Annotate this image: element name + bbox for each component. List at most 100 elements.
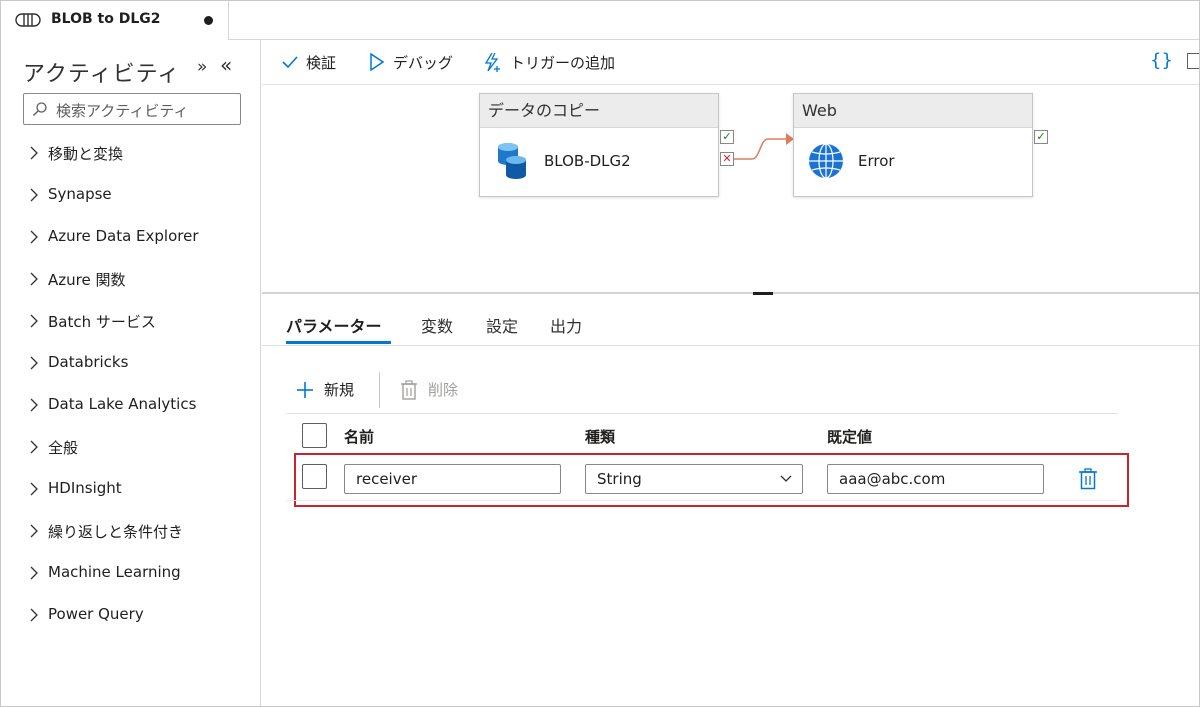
chevron-right-icon [30,272,38,286]
parameter-type-value: String [597,470,642,488]
category-synapse[interactable]: Synapse [1,180,259,222]
category-hdinsight[interactable]: HDInsight [1,474,259,516]
web-activity[interactable]: Web Error [793,93,1033,197]
tab-pipeline[interactable]: BLOB to DLG2 [1,1,229,41]
parameter-type-select[interactable]: String [585,464,803,494]
tab-settings[interactable]: 設定 [486,313,518,337]
category-label: Azure Data Explorer [48,227,199,245]
failure-port-icon[interactable]: ✕ [720,152,734,166]
column-header-name: 名前 [344,428,375,446]
new-parameter-button[interactable]: 新規 [296,379,354,400]
category-batch-service[interactable]: Batch サービス [1,306,259,348]
select-all-checkbox[interactable] [302,423,327,448]
chevron-right-icon [30,482,38,496]
category-label: Databricks [48,353,129,371]
splitter-grip-handle[interactable] [753,292,773,295]
category-azure-data-explorer[interactable]: Azure Data Explorer [1,222,259,264]
category-iteration-conditionals[interactable]: 繰り返しと条件付き [1,516,259,558]
chevron-right-icon [30,398,38,412]
column-header-default: 既定値 [827,428,873,446]
chevron-down-icon [780,475,792,482]
validate-label: 検証 [306,53,337,72]
category-label: HDInsight [48,479,122,497]
chevron-right-icon [30,440,38,454]
category-azure-functions[interactable]: Azure 関数 [1,264,259,306]
category-label: Machine Learning [48,563,181,581]
chevron-right-icon [30,314,38,328]
checkmark-icon [282,56,298,69]
category-label: Azure 関数 [48,271,126,289]
chevron-right-icon [30,566,38,580]
activity-name: BLOB-DLG2 [544,152,631,170]
activities-title: アクティビティ [23,62,181,87]
category-general[interactable]: 全般 [1,432,259,474]
chevron-right-icon [30,230,38,244]
database-copy-icon [498,143,526,179]
activity-search-input[interactable]: 検索アクティビティ [23,93,241,125]
tab-title: BLOB to DLG2 [51,11,161,27]
row-select-checkbox[interactable] [302,464,327,489]
panel-splitter[interactable] [262,292,1199,294]
activity-type-label: データのコピー [480,94,718,128]
command-divider [286,413,1118,414]
chevron-right-icon [30,524,38,538]
search-icon [33,102,47,116]
failure-connector-arrow [734,133,794,160]
activity-type-label: Web [794,94,1032,128]
parameter-default-input[interactable]: aaa@abc.com [827,464,1044,494]
tab-variables[interactable]: 変数 [421,313,453,337]
activity-category-list: 移動と変換 Synapse Azure Data Explorer Azure … [1,138,259,642]
category-data-lake-analytics[interactable]: Data Lake Analytics [1,390,259,432]
activities-panel: アクティビティ » « 検索アクティビティ 移動と変換 Synapse Azur… [1,40,261,706]
category-power-query[interactable]: Power Query [1,600,259,642]
pipeline-icon [15,13,41,27]
tab-output[interactable]: 出力 [550,313,582,337]
category-label: Data Lake Analytics [48,395,197,413]
category-label: 全般 [48,439,79,457]
debug-label: デバッグ [393,53,454,72]
chevron-right-icon [30,188,38,202]
new-label: 新規 [324,381,355,399]
category-label: 移動と変換 [48,145,124,163]
column-header-type: 種類 [585,428,616,446]
debug-button[interactable]: デバッグ [369,51,453,73]
category-label: Batch サービス [48,313,156,331]
hide-panel-icon[interactable]: « [220,53,232,77]
plus-icon [297,381,313,398]
command-separator [379,372,380,408]
trash-icon[interactable] [1078,468,1098,490]
category-machine-learning[interactable]: Machine Learning [1,558,259,600]
add-trigger-button[interactable]: トリガーの追加 [482,51,615,73]
play-icon [370,53,385,71]
delete-label: 削除 [428,381,459,399]
properties-icon[interactable] [1187,53,1199,69]
trash-icon [401,379,417,400]
success-port-icon[interactable]: ✓ [1034,130,1048,144]
active-tab-indicator [286,341,391,344]
search-placeholder: 検索アクティビティ [56,102,189,120]
category-label: 繰り返しと条件付き [48,523,184,541]
copy-data-activity[interactable]: データのコピー BLOB-DLG2 [479,93,719,197]
category-label: Power Query [48,605,144,623]
activity-name: Error [858,152,895,170]
chevron-right-icon [30,608,38,622]
parameter-name-input[interactable]: receiver [344,464,561,494]
tab-parameters[interactable]: パラメーター [286,313,382,337]
code-view-icon[interactable]: {} [1150,50,1173,71]
category-label: Synapse [48,185,112,203]
category-move-transform[interactable]: 移動と変換 [1,138,259,180]
chevron-right-icon [30,356,38,370]
add-trigger-label: トリガーの追加 [510,53,616,72]
success-port-icon[interactable]: ✓ [720,130,734,144]
globe-icon [809,143,843,179]
delete-parameter-button[interactable]: 削除 [400,379,458,400]
properties-tabs: パラメーター 変数 設定 出力 [262,296,1199,346]
lightning-icon [484,52,500,72]
pipeline-canvas[interactable]: データのコピー BLOB-DLG2 ✓ ✕ Web Error ✓ [262,86,1199,292]
collapse-all-icon[interactable]: » [197,57,207,77]
unsaved-indicator [204,16,213,25]
category-databricks[interactable]: Databricks [1,348,259,390]
tab-bar: BLOB to DLG2 [1,1,1199,41]
row-divider [286,500,1118,501]
validate-button[interactable]: 検証 [282,51,336,73]
